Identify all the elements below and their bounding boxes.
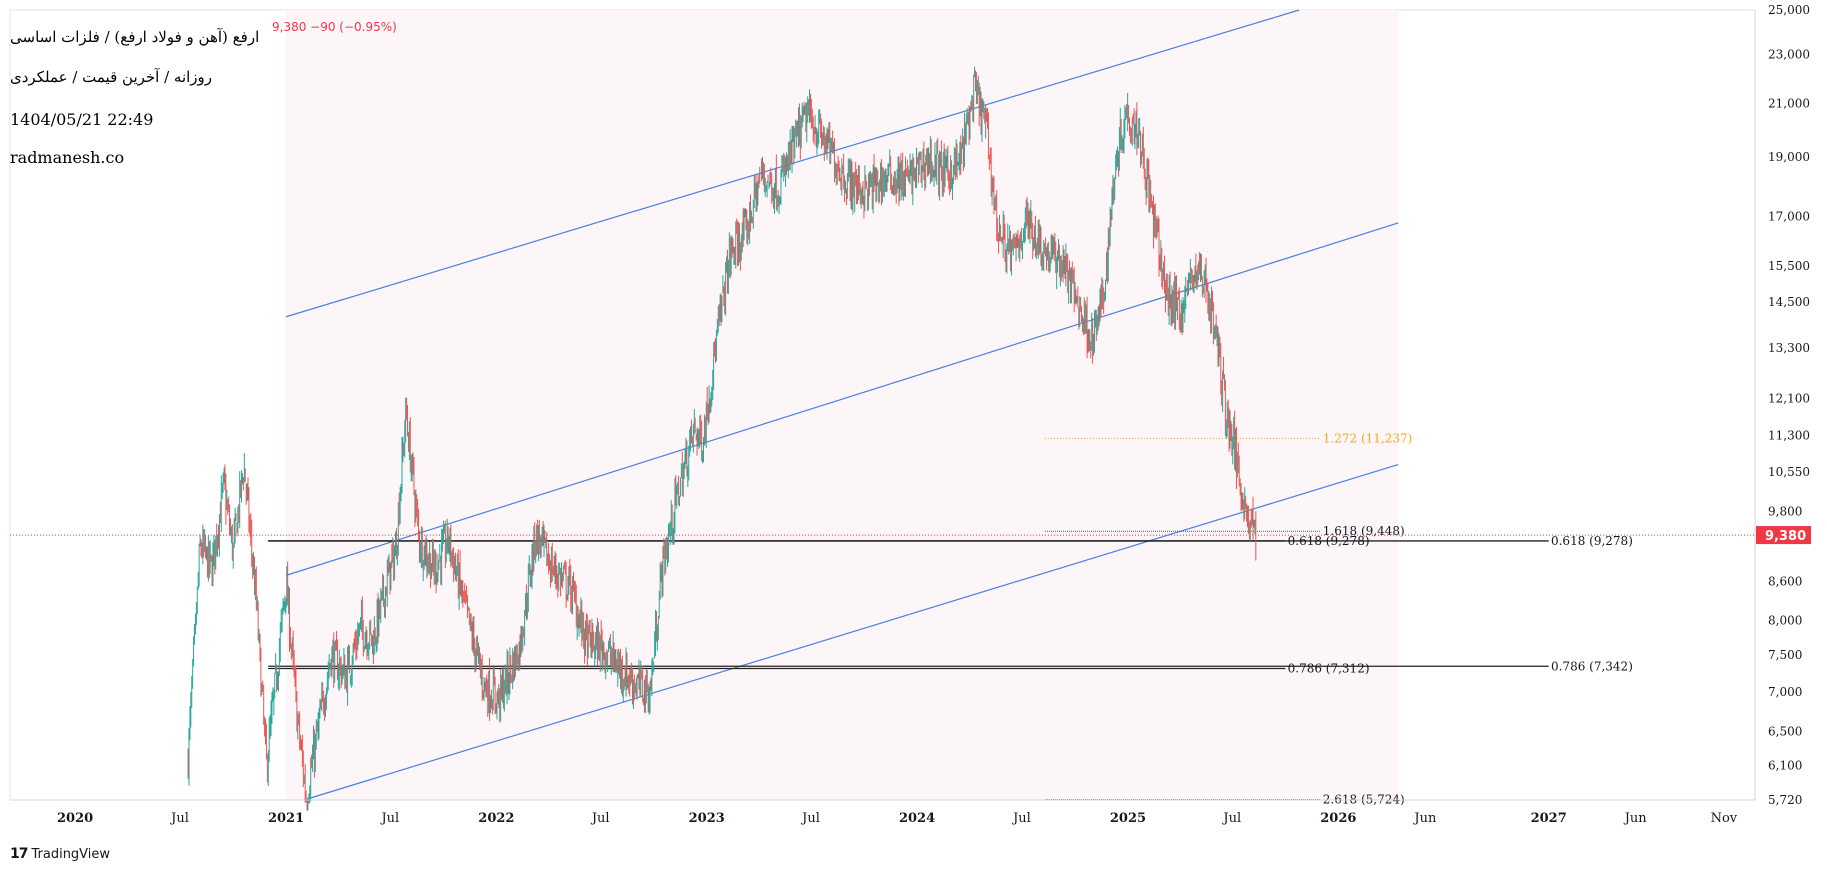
y-tick-label: 17,000 bbox=[1768, 210, 1810, 224]
y-tick-label: 10,550 bbox=[1768, 465, 1810, 479]
y-tick-label: 13,300 bbox=[1768, 341, 1810, 355]
datetime-label: 1404/05/21 22:49 bbox=[10, 110, 154, 129]
x-tick-label: 2021 bbox=[268, 811, 304, 826]
x-tick-label: Jul bbox=[1221, 811, 1241, 826]
x-tick-label: Jul bbox=[800, 811, 820, 826]
y-tick-label: 7,000 bbox=[1768, 685, 1802, 699]
y-tick-label: 21,000 bbox=[1768, 96, 1810, 110]
y-tick-label: 5,720 bbox=[1768, 793, 1802, 807]
y-tick-label: 23,000 bbox=[1768, 48, 1810, 62]
tradingview-logo-icon: 𝟭𝟳 bbox=[10, 846, 29, 862]
fib-label-6: 0.786 (7,312) bbox=[1288, 661, 1370, 675]
fib-label-4: 0.618 (9,278) bbox=[1288, 534, 1370, 548]
quote-readout: 9,380 −90 (−0.95%) bbox=[272, 20, 397, 34]
y-tick-label: 12,100 bbox=[1768, 392, 1810, 406]
tradingview-footer[interactable]: 𝟭𝟳 TradingView bbox=[10, 846, 110, 862]
y-tick-label: 14,500 bbox=[1768, 295, 1810, 309]
x-tick-label: Jun bbox=[1412, 811, 1437, 826]
last-price-tag-label: 9,380 bbox=[1765, 529, 1806, 544]
x-tick-label: 2023 bbox=[689, 811, 725, 826]
x-tick-label: 2026 bbox=[1320, 811, 1356, 826]
fib-label-5: 0.786 (7,342) bbox=[1551, 659, 1633, 673]
x-tick-label: 2025 bbox=[1110, 811, 1146, 826]
x-tick-label: 2027 bbox=[1531, 811, 1567, 826]
symbol-title: ارفع (آهن و فولاد ارفع) / فلزات اساسی bbox=[10, 28, 260, 46]
x-tick-label: Jul bbox=[1011, 811, 1031, 826]
y-tick-label: 15,500 bbox=[1768, 259, 1810, 273]
y-tick-label: 19,000 bbox=[1768, 150, 1810, 164]
y-tick-label: 6,500 bbox=[1768, 725, 1802, 739]
price-chart[interactable]: 1.272 (11,237)1.618 (9,448)2.618 (5,724)… bbox=[0, 0, 1827, 871]
y-tick-label: 9,800 bbox=[1768, 505, 1802, 519]
website-label: radmanesh.co bbox=[10, 148, 125, 167]
y-tick-label: 6,100 bbox=[1768, 759, 1802, 773]
channel-fill bbox=[286, 10, 1399, 800]
x-tick-label: 2022 bbox=[478, 811, 514, 826]
y-tick-label: 7,500 bbox=[1768, 648, 1802, 662]
x-tick-label: Jun bbox=[1623, 811, 1648, 826]
tradingview-brand: TradingView bbox=[31, 846, 111, 862]
x-tick-label: Jul bbox=[590, 811, 610, 826]
y-tick-label: 8,600 bbox=[1768, 575, 1802, 589]
chart-settings-line: روزانه / آخرین قیمت / عملکردی bbox=[10, 68, 213, 86]
x-tick-label: Nov bbox=[1711, 811, 1738, 826]
x-tick-label: 2020 bbox=[57, 811, 93, 826]
fib-label-3: 0.618 (9,278) bbox=[1551, 534, 1633, 548]
x-tick-label: 2024 bbox=[899, 811, 935, 826]
x-tick-label: Jul bbox=[169, 811, 189, 826]
y-tick-label: 8,000 bbox=[1768, 613, 1802, 627]
y-tick-label: 11,300 bbox=[1768, 428, 1810, 442]
x-tick-label: Jul bbox=[379, 811, 399, 826]
y-tick-label: 25,000 bbox=[1768, 3, 1810, 17]
fib-label-0: 1.272 (11,237) bbox=[1323, 431, 1413, 445]
